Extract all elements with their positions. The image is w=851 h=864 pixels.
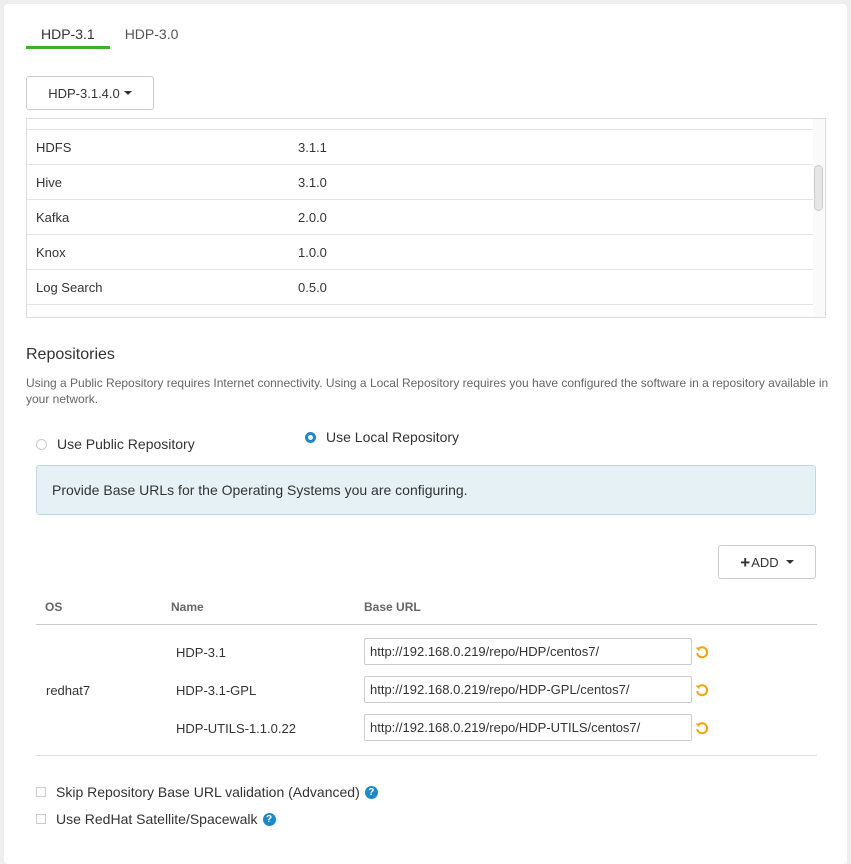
local-repository-label: Use Local Repository [326,429,460,445]
satellite-label: Use RedHat Satellite/Spacewalk [56,811,258,827]
repositories-description: Using a Public Repository requires Inter… [26,376,829,406]
help-icon[interactable]: ? [262,812,276,826]
os-name: redhat7 [46,683,91,698]
service-name: Knox [36,244,66,260]
service-row: Log Search 0.5.0 [27,269,815,304]
public-repository-radio[interactable]: Use Public Repository [36,436,195,452]
base-url-input[interactable] [364,676,692,703]
service-version: 1.0.0 [298,244,327,260]
info-alert-text: Provide Base URLs for the Operating Syst… [52,482,468,498]
tab-hdp-3-0[interactable]: HDP-3.0 [110,22,194,49]
column-header-base-url: Base URL [364,600,421,614]
info-alert: Provide Base URLs for the Operating Syst… [36,465,816,515]
service-version: 2.0.0 [298,209,327,225]
repo-name: HDP-3.1-GPL [176,683,257,698]
base-url-input[interactable] [364,638,692,665]
undo-icon[interactable] [695,721,709,735]
add-label: ADD [751,554,779,570]
repo-name: HDP-3.1 [176,645,226,660]
add-os-button[interactable]: + ADD [718,545,816,579]
repo-name: HDP-UTILS-1.1.0.22 [176,721,296,736]
stack-tabs: HDP-3.1 HDP-3.0 [26,22,193,49]
caret-down-icon [785,560,794,564]
skip-validation-label: Skip Repository Base URL validation (Adv… [56,784,360,800]
service-row: Kafka 2.0.0 [27,199,815,234]
service-name: HDFS [36,139,72,155]
service-name: Kafka [36,209,70,225]
repositories-title: Repositories [26,346,115,363]
services-scrollbar[interactable] [813,119,825,317]
satellite-checkbox-row[interactable]: Use RedHat Satellite/Spacewalk ? [36,811,276,827]
service-version: 3.1.1 [298,139,327,155]
service-version: 3.1.0 [298,174,327,190]
caret-down-icon [123,91,132,95]
skip-validation-checkbox[interactable] [36,787,46,797]
radio-checked-icon[interactable] [305,431,316,443]
version-dropdown-button[interactable]: HDP-3.1.4.0 [26,76,154,110]
service-name: Hive [36,174,63,190]
service-version: 0.5.0 [298,279,327,295]
public-repository-label: Use Public Repository [57,436,195,452]
service-row: HDFS 3.1.1 [27,129,815,164]
undo-icon[interactable] [695,645,709,659]
service-row-divider [27,304,815,317]
local-repository-radio[interactable]: Use Local Repository [305,429,459,445]
service-name: Log Search [36,279,103,295]
services-list[interactable]: HDFS 3.1.1 Hive 3.1.0 Kafka 2.0.0 Knox 1… [26,118,826,318]
tab-hdp-3-1[interactable]: HDP-3.1 [26,22,110,49]
scrollbar-thumb[interactable] [814,165,823,211]
skip-validation-checkbox-row[interactable]: Skip Repository Base URL validation (Adv… [36,784,378,800]
column-header-os: OS [45,600,63,614]
base-url-input[interactable] [364,714,692,741]
table-header-divider [36,624,817,625]
service-row: Knox 1.0.0 [27,234,815,269]
table-bottom-divider [36,755,817,756]
satellite-checkbox[interactable] [36,814,46,824]
plus-icon: + [740,552,751,572]
help-icon[interactable]: ? [364,785,378,799]
service-row: Hive 3.1.0 [27,164,815,199]
version-dropdown-label: HDP-3.1.4.0 [48,85,120,101]
column-header-name: Name [171,600,204,614]
radio-unchecked-icon[interactable] [36,438,47,450]
undo-icon[interactable] [695,683,709,697]
